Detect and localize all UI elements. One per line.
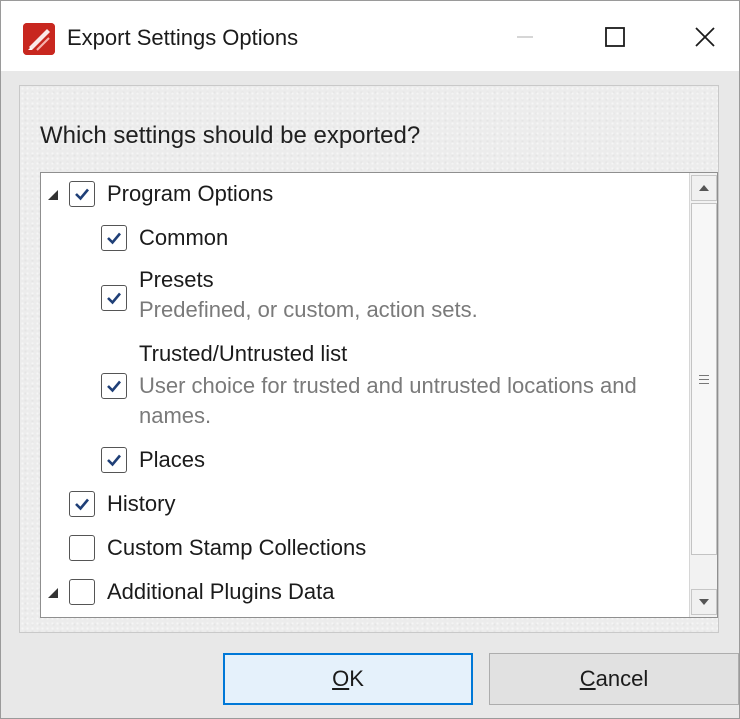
checkmark-icon — [75, 188, 89, 201]
scroll-grip-icon — [699, 374, 709, 384]
prompt-label: Which settings should be exported? — [40, 122, 421, 149]
tree-item-label: Common — [139, 225, 229, 250]
window-title: Export Settings Options — [67, 25, 299, 50]
checkmark-icon — [107, 232, 121, 245]
expand-arrow-icon[interactable] — [47, 587, 59, 599]
checkmark-icon — [75, 498, 89, 511]
checkbox-places[interactable] — [101, 447, 127, 473]
scroll-up-button[interactable] — [691, 175, 717, 201]
settings-tree[interactable]: Program Options Common Presets Predefine… — [40, 172, 718, 618]
checkbox-program-options[interactable] — [69, 181, 95, 207]
scroll-thumb[interactable] — [691, 203, 717, 555]
tree-item-description: names. — [139, 403, 212, 428]
tree-item-label: Program Options — [107, 181, 274, 206]
maximize-icon — [605, 27, 625, 47]
checkbox-additional-plugins-data[interactable] — [69, 579, 95, 605]
tree-item-label: History — [107, 491, 176, 516]
close-icon — [695, 27, 715, 47]
title-bar: Export Settings Options — [1, 1, 739, 71]
checkmark-icon — [107, 292, 121, 305]
tree-item-label: Custom Stamp Collections — [107, 535, 367, 560]
scroll-down-icon — [699, 599, 709, 605]
export-settings-dialog: Export Settings Options Which settings s… — [0, 0, 740, 719]
tree-item-label: Places — [139, 447, 206, 472]
content-panel: Which settings should be exported? Progr… — [19, 85, 719, 633]
checkbox-custom-stamp-collections[interactable] — [69, 535, 95, 561]
checkbox-trusted-untrusted[interactable] — [101, 373, 127, 399]
ok-button[interactable]: OK — [223, 653, 473, 705]
ok-mnemonic: O — [332, 666, 350, 691]
tree-item-description: Predefined, or custom, action sets. — [139, 297, 478, 322]
scroll-up-icon — [699, 185, 709, 191]
minimize-icon — [517, 36, 533, 38]
scroll-down-button[interactable] — [691, 589, 717, 615]
close-button[interactable] — [675, 11, 735, 63]
cancel-mnemonic: C — [579, 666, 596, 691]
vertical-scrollbar[interactable] — [689, 173, 717, 617]
cancel-label-rest: ancel — [595, 666, 649, 691]
checkmark-icon — [107, 454, 121, 467]
cancel-button[interactable]: Cancel — [489, 653, 739, 705]
ok-label-rest: K — [349, 666, 364, 691]
tree-item-label: Additional Plugins Data — [107, 579, 335, 604]
minimize-button[interactable] — [495, 11, 555, 63]
tree-item-description: User choice for trusted and untrusted lo… — [139, 373, 637, 398]
expand-arrow-icon[interactable] — [47, 189, 59, 201]
checkbox-presets[interactable] — [101, 285, 127, 311]
maximize-button[interactable] — [585, 11, 645, 63]
checkbox-history[interactable] — [69, 491, 95, 517]
app-logo-icon — [23, 23, 55, 55]
checkbox-common[interactable] — [101, 225, 127, 251]
checkmark-icon — [107, 380, 121, 393]
tree-item-label: Trusted/Untrusted list — [139, 341, 348, 366]
tree-item-label: Presets — [139, 267, 214, 292]
